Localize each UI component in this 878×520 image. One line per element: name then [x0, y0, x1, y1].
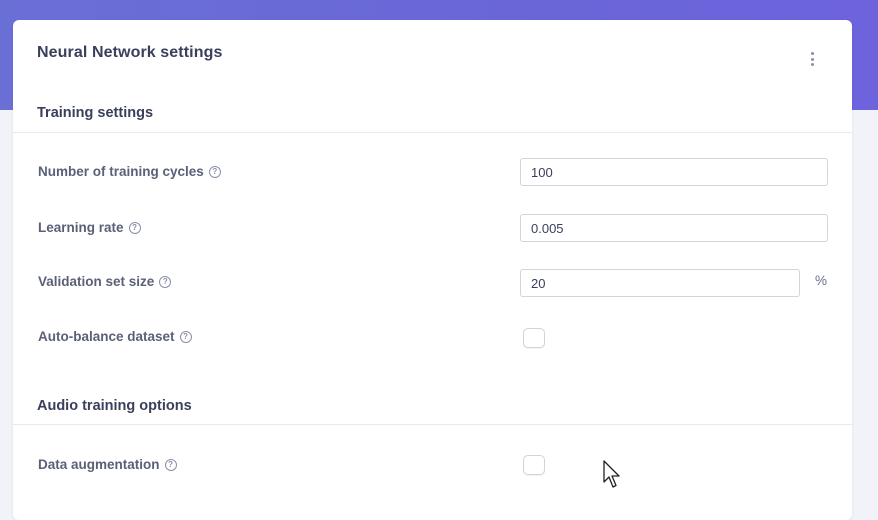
learning-rate-input[interactable] — [520, 214, 828, 242]
percent-unit: % — [815, 273, 828, 288]
training-cycles-label: Number of training cycles ? — [38, 164, 221, 179]
mouse-cursor-icon — [603, 460, 620, 488]
kebab-menu-icon[interactable] — [808, 52, 816, 66]
learning-rate-label: Learning rate ? — [38, 220, 141, 235]
section-divider — [13, 132, 852, 133]
validation-set-size-label: Validation set size ? — [38, 274, 172, 289]
training-settings-title: Training settings — [37, 105, 154, 121]
auto-balance-checkbox[interactable] — [523, 328, 545, 348]
validation-set-size-input[interactable] — [520, 269, 800, 297]
card-header: Neural Network settings — [13, 20, 852, 90]
data-augmentation-checkbox[interactable] — [523, 455, 545, 475]
card-title: Neural Network settings — [37, 44, 223, 61]
question-circle-icon[interactable]: ? — [128, 221, 141, 234]
question-circle-icon[interactable]: ? — [159, 275, 172, 288]
question-circle-icon[interactable]: ? — [179, 330, 192, 343]
data-augmentation-label: Data augmentation ? — [38, 457, 177, 472]
audio-training-options-title: Audio training options — [37, 398, 192, 414]
question-circle-icon[interactable]: ? — [208, 165, 221, 178]
question-circle-icon[interactable]: ? — [164, 458, 177, 471]
auto-balance-label: Auto-balance dataset ? — [38, 329, 192, 344]
section-divider — [13, 424, 852, 425]
training-cycles-input[interactable] — [520, 158, 828, 186]
neural-network-settings-card: Neural Network settings Training setting… — [13, 20, 852, 520]
